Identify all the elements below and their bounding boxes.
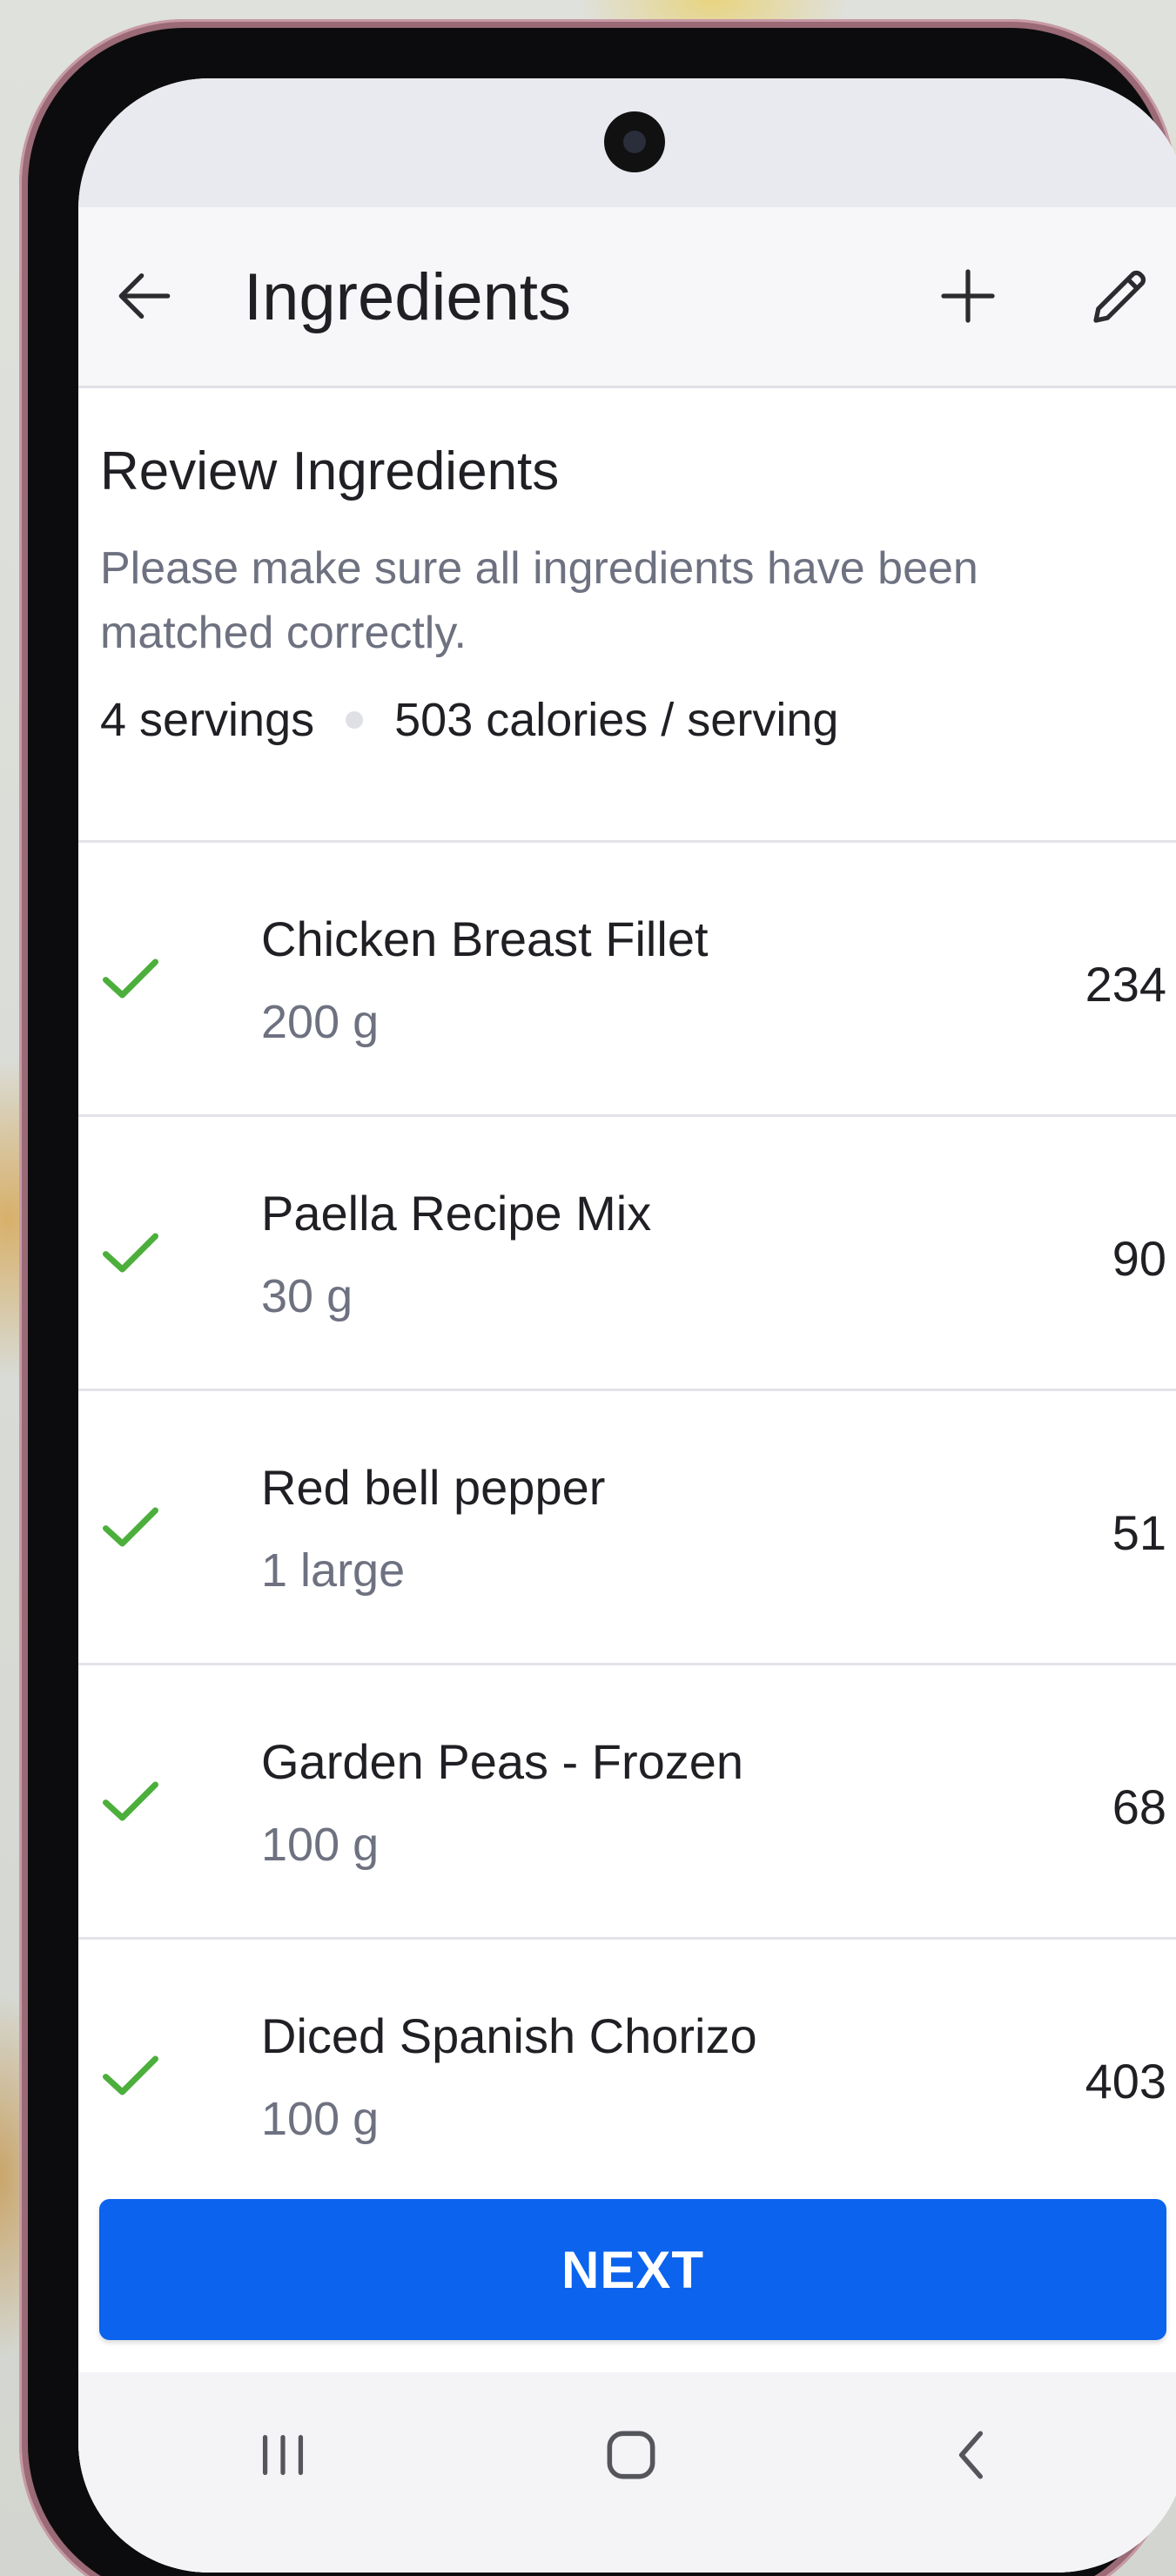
- ingredient-row[interactable]: Red bell pepper 1 large 51: [78, 1389, 1176, 1663]
- home-icon[interactable]: [599, 2423, 663, 2487]
- phone-frame: Ingredients Review Ingredients Please ma…: [19, 19, 1176, 2576]
- recents-icon[interactable]: [252, 2425, 313, 2485]
- ingredient-name: Diced Spanish Chorizo: [261, 2008, 757, 2063]
- screen: Ingredients Review Ingredients Please ma…: [78, 78, 1176, 2573]
- front-camera: [604, 111, 665, 172]
- pencil-icon[interactable]: [1084, 259, 1157, 333]
- ingredient-calories: 68: [1112, 1779, 1166, 1834]
- status-bar: [78, 78, 1176, 207]
- section-title: Review Ingredients: [100, 441, 560, 501]
- servings-label: 4 servings: [100, 694, 315, 746]
- check-icon: [103, 1781, 158, 1821]
- ingredient-row[interactable]: Diced Spanish Chorizo 100 g 403: [78, 1937, 1176, 2211]
- ingredient-name: Paella Recipe Mix: [261, 1186, 652, 1241]
- chevron-left-icon[interactable]: [940, 2423, 1005, 2487]
- ingredient-list: Chicken Breast Fillet 200 g 234 Paella R…: [78, 840, 1176, 2211]
- ingredient-quantity: 100 g: [261, 1819, 380, 1871]
- ingredient-quantity: 30 g: [261, 1270, 353, 1322]
- ingredient-name: Garden Peas - Frozen: [261, 1734, 744, 1789]
- calories-label: 503 calories / serving: [394, 694, 839, 746]
- ingredient-row[interactable]: Garden Peas - Frozen 100 g 68: [78, 1663, 1176, 1937]
- ingredient-calories: 403: [1085, 2054, 1166, 2109]
- ingredient-quantity: 100 g: [261, 2093, 380, 2145]
- ingredient-name: Red bell pepper: [261, 1460, 606, 1515]
- ingredient-quantity: 1 large: [261, 1544, 406, 1597]
- plus-icon[interactable]: [931, 259, 1005, 333]
- check-icon: [103, 1233, 158, 1273]
- ingredient-row[interactable]: Chicken Breast Fillet 200 g 234: [78, 840, 1176, 1114]
- separator-dot: [346, 711, 364, 729]
- ingredient-quantity: 200 g: [261, 996, 380, 1048]
- next-button[interactable]: NEXT: [99, 2199, 1166, 2340]
- page-title: Ingredients: [244, 260, 572, 334]
- check-icon: [103, 1507, 158, 1547]
- arrow-left-icon[interactable]: [110, 261, 179, 331]
- ingredient-name: Chicken Breast Fillet: [261, 911, 709, 966]
- ingredient-calories: 234: [1085, 957, 1166, 1012]
- system-nav-bar: [78, 2372, 1176, 2573]
- app-bar: Ingredients: [78, 207, 1176, 388]
- ingredient-row[interactable]: Paella Recipe Mix 30 g 90: [78, 1114, 1176, 1389]
- phone-bezel: Ingredients Review Ingredients Please ma…: [28, 28, 1176, 2576]
- ingredient-calories: 51: [1112, 1505, 1166, 1560]
- content: Review Ingredients Please make sure all …: [78, 388, 1176, 2573]
- check-icon: [103, 2055, 158, 2095]
- check-icon: [103, 958, 158, 999]
- recipe-summary: 4 servings 503 calories / serving: [100, 693, 838, 747]
- section-description: Please make sure all ingredients have be…: [100, 543, 978, 658]
- ingredient-calories: 90: [1112, 1231, 1166, 1286]
